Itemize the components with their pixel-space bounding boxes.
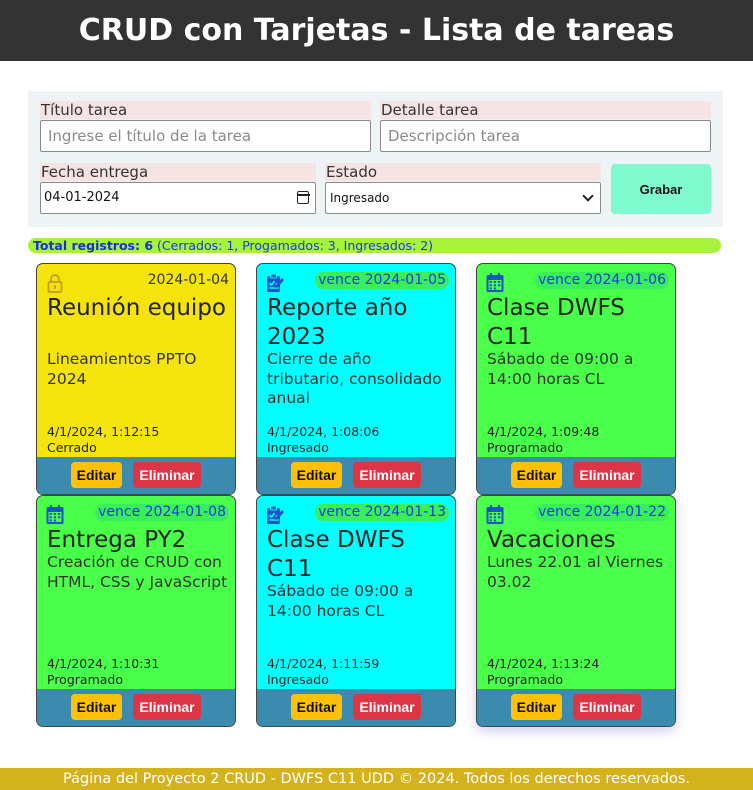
task-card: vence 2024-01-13 Clase DWFS C11 Sábado d… bbox=[256, 495, 456, 727]
card-title: Clase DWFS C11 bbox=[487, 295, 625, 350]
delete-button[interactable]: Eliminar bbox=[133, 462, 201, 488]
edit-button[interactable]: Editar bbox=[291, 694, 342, 720]
card-title: Entrega PY2 bbox=[47, 527, 187, 553]
total-detalle: (Cerrados: 1, Progamados: 3, Ingresados:… bbox=[157, 238, 434, 253]
grabar-button[interactable]: Grabar bbox=[611, 164, 711, 214]
delete-button[interactable]: Eliminar bbox=[353, 462, 421, 488]
card-detail: Cierre de año tributario, consolidado an… bbox=[267, 350, 442, 407]
fecha-input[interactable]: 04-01-2024 bbox=[40, 182, 316, 214]
card-title: Reunión equipo bbox=[47, 295, 226, 321]
calendar-icon bbox=[486, 505, 504, 524]
calendar-picker-icon[interactable] bbox=[296, 191, 310, 204]
card-created: 4/1/2024, 1:11:59 bbox=[267, 656, 380, 671]
total-registros-bar: Total registros: 6 (Cerrados: 1, Progama… bbox=[28, 238, 721, 253]
estado-label: Estado bbox=[325, 163, 601, 181]
titulo-field: Título tarea bbox=[40, 101, 371, 152]
card-actions: Editar Eliminar bbox=[257, 689, 455, 726]
task-card: vence 2024-01-06 Clase DWFS C11 Sábado d… bbox=[476, 263, 676, 495]
card-state: Ingresado bbox=[267, 440, 329, 455]
edit-button[interactable]: Editar bbox=[291, 462, 342, 488]
card-state: Cerrado bbox=[47, 440, 97, 455]
task-card: 2024-01-04 Reunión equipo Lineamientos P… bbox=[36, 263, 236, 495]
card-due-date: 2024-01-04 bbox=[147, 272, 229, 288]
card-created: 4/1/2024, 1:13:24 bbox=[487, 656, 600, 671]
card-detail: Lineamientos PPTO 2024 bbox=[47, 350, 197, 388]
edit-button[interactable]: Editar bbox=[511, 694, 562, 720]
delete-button[interactable]: Eliminar bbox=[133, 694, 201, 720]
card-detail: Lunes 22.01 al Viernes 03.02 bbox=[487, 553, 664, 591]
fecha-label: Fecha entrega bbox=[40, 163, 316, 181]
detalle-input[interactable] bbox=[380, 120, 711, 152]
task-clipboard-icon bbox=[267, 273, 284, 292]
card-detail: Sábado de 09:00 a 14:00 horas CL bbox=[487, 350, 634, 388]
titulo-label: Título tarea bbox=[40, 101, 371, 119]
card-due-date: vence 2024-01-22 bbox=[535, 504, 669, 521]
card-state: Ingresado bbox=[267, 672, 329, 687]
card-due-date: vence 2024-01-08 bbox=[95, 504, 229, 521]
lock-icon bbox=[47, 274, 63, 293]
estado-select[interactable]: Ingresado bbox=[325, 182, 601, 214]
card-actions: Editar Eliminar bbox=[37, 457, 235, 494]
page-footer: Página del Proyecto 2 CRUD - DWFS C11 UD… bbox=[0, 768, 753, 790]
detalle-label: Detalle tarea bbox=[380, 101, 711, 119]
card-due-date: vence 2024-01-06 bbox=[535, 272, 669, 289]
card-title: Reporte año 2023 bbox=[267, 295, 408, 350]
fecha-value: 04-01-2024 bbox=[44, 190, 120, 205]
card-actions: Editar Eliminar bbox=[257, 457, 455, 494]
edit-button[interactable]: Editar bbox=[511, 462, 562, 488]
card-created: 4/1/2024, 1:09:48 bbox=[487, 424, 600, 439]
estado-value: Ingresado bbox=[330, 191, 390, 205]
calendar-icon bbox=[486, 273, 504, 292]
card-created: 4/1/2024, 1:08:06 bbox=[267, 424, 380, 439]
card-created: 4/1/2024, 1:10:31 bbox=[47, 656, 160, 671]
estado-field: Estado Ingresado bbox=[325, 163, 601, 214]
page-title: CRUD con Tarjetas - Lista de tareas bbox=[78, 13, 675, 48]
edit-button[interactable]: Editar bbox=[71, 694, 122, 720]
card-title: Clase DWFS C11 bbox=[267, 527, 405, 582]
card-detail: Sábado de 09:00 a 14:00 horas CL bbox=[267, 582, 414, 620]
card-due-date: vence 2024-01-13 bbox=[315, 504, 449, 521]
card-state: Programado bbox=[47, 672, 123, 687]
chevron-down-icon bbox=[582, 190, 594, 202]
detalle-field: Detalle tarea bbox=[380, 101, 711, 152]
task-card: vence 2024-01-05 Reporte año 2023 Cierre… bbox=[256, 263, 456, 495]
card-created: 4/1/2024, 1:12:15 bbox=[47, 424, 160, 439]
delete-button[interactable]: Eliminar bbox=[353, 694, 421, 720]
total-registros: Total registros: 6 bbox=[33, 238, 154, 253]
card-due-date: vence 2024-01-05 bbox=[315, 272, 449, 289]
task-clipboard-icon bbox=[267, 505, 284, 524]
titulo-input[interactable] bbox=[40, 120, 371, 152]
card-actions: Editar Eliminar bbox=[37, 689, 235, 726]
page-header: CRUD con Tarjetas - Lista de tareas bbox=[0, 0, 753, 61]
fecha-field: Fecha entrega 04-01-2024 bbox=[40, 163, 316, 214]
delete-button[interactable]: Eliminar bbox=[573, 694, 641, 720]
delete-button[interactable]: Eliminar bbox=[573, 462, 641, 488]
calendar-icon bbox=[46, 505, 64, 524]
card-title: Vacaciones bbox=[487, 527, 616, 553]
card-detail: Creación de CRUD con HTML, CSS y JavaScr… bbox=[47, 553, 228, 591]
card-state: Programado bbox=[487, 672, 563, 687]
edit-button[interactable]: Editar bbox=[71, 462, 122, 488]
task-card: vence 2024-01-22 Vacaciones Lunes 22.01 … bbox=[476, 495, 676, 727]
card-actions: Editar Eliminar bbox=[477, 457, 675, 494]
card-state: Programado bbox=[487, 440, 563, 455]
task-card: vence 2024-01-08 Entrega PY2 Creación de… bbox=[36, 495, 236, 727]
card-actions: Editar Eliminar bbox=[477, 689, 675, 726]
task-form: Título tarea Detalle tarea Fecha entrega… bbox=[28, 91, 723, 227]
